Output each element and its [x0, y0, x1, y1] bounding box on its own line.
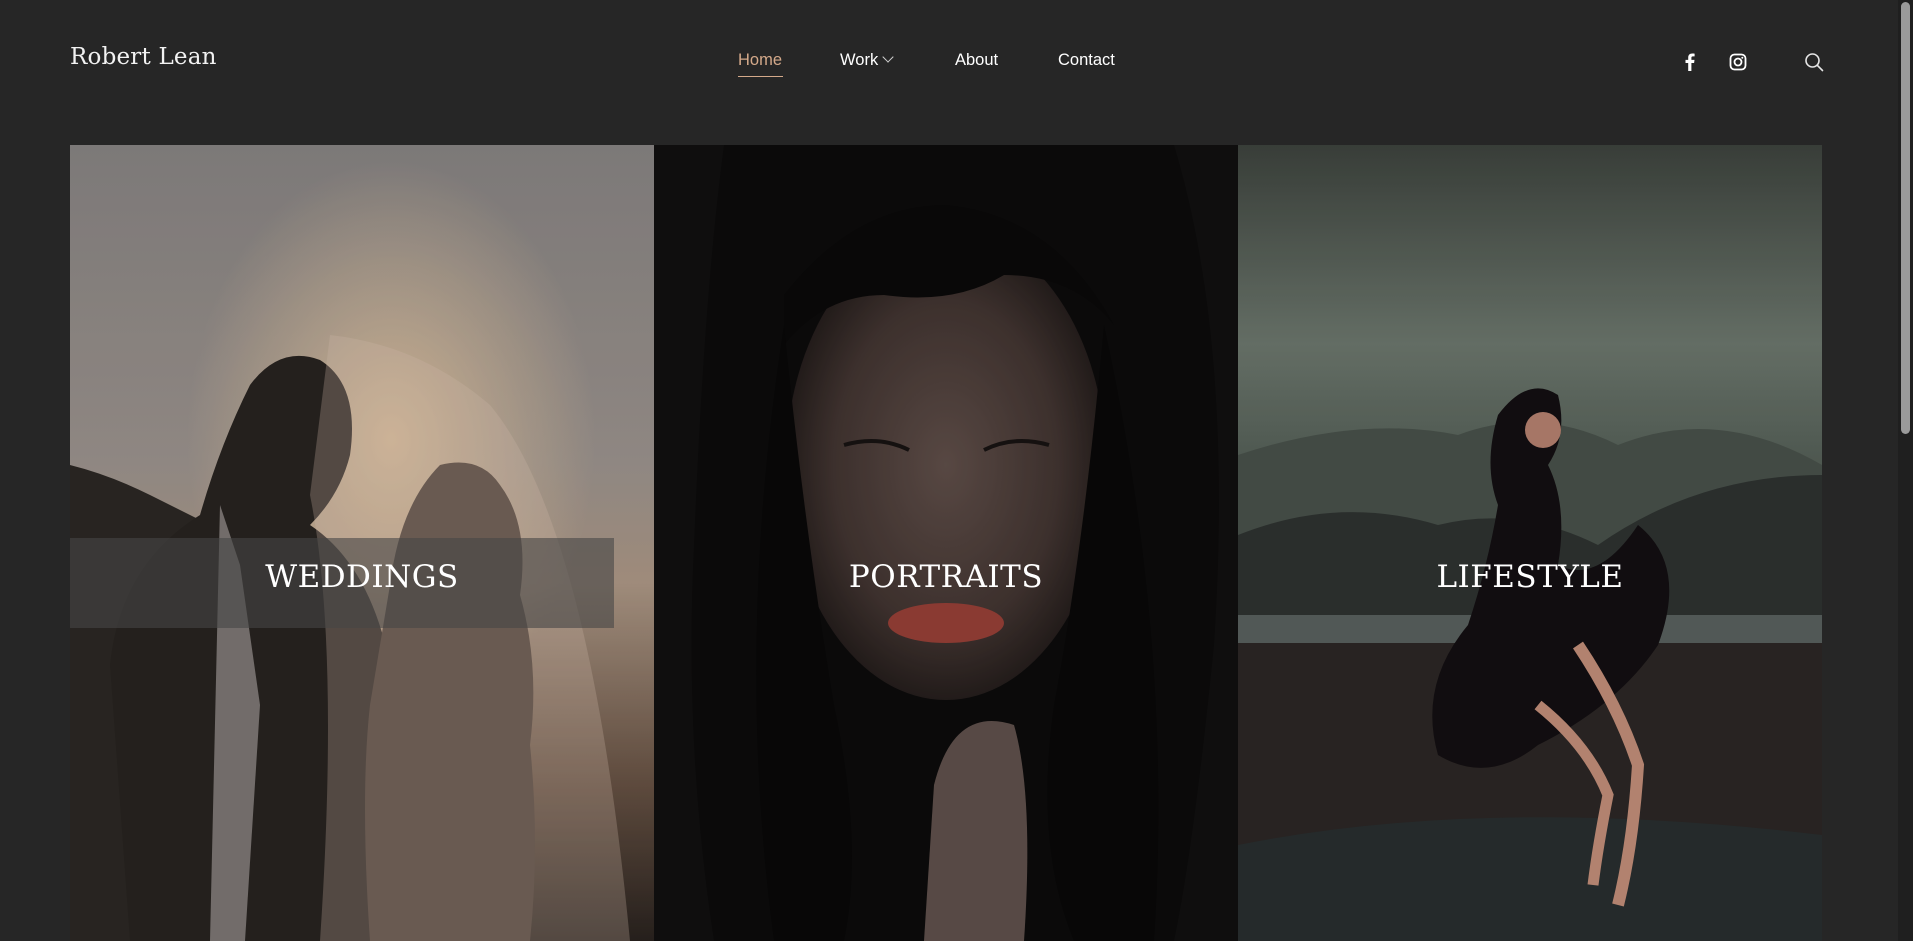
gallery-panel-weddings[interactable]: WEDDINGS — [70, 145, 654, 941]
gallery-label-lifestyle: LIFESTYLE — [1436, 559, 1624, 595]
nav-item-about[interactable]: About — [955, 51, 998, 70]
chevron-down-icon — [882, 51, 894, 63]
gallery-panel-portraits[interactable]: PORTRAITS — [654, 145, 1238, 941]
nav-item-contact[interactable]: Contact — [1058, 51, 1115, 70]
lifestyle-photo — [1238, 145, 1822, 941]
nav-item-home[interactable]: Home — [738, 51, 782, 70]
page-scrollbar[interactable] — [1898, 0, 1913, 941]
gallery-panel-lifestyle[interactable]: LIFESTYLE — [1238, 145, 1822, 941]
nav-item-work[interactable]: Work — [840, 51, 894, 70]
search-icon[interactable] — [1802, 50, 1826, 74]
instagram-icon[interactable] — [1726, 50, 1750, 74]
gallery-label-portraits: PORTRAITS — [848, 559, 1044, 595]
nav-item-work-label: Work — [840, 51, 879, 69]
portraits-photo — [654, 145, 1238, 941]
facebook-icon[interactable] — [1678, 50, 1702, 74]
site-logo[interactable]: Robert Lean — [70, 44, 217, 70]
gallery-label-weddings: WEDDINGS — [265, 559, 459, 595]
nav-active-underline — [738, 76, 783, 77]
page: Robert Lean Home Work About Contact WEDD… — [0, 0, 1898, 941]
scrollbar-thumb[interactable] — [1901, 2, 1910, 434]
